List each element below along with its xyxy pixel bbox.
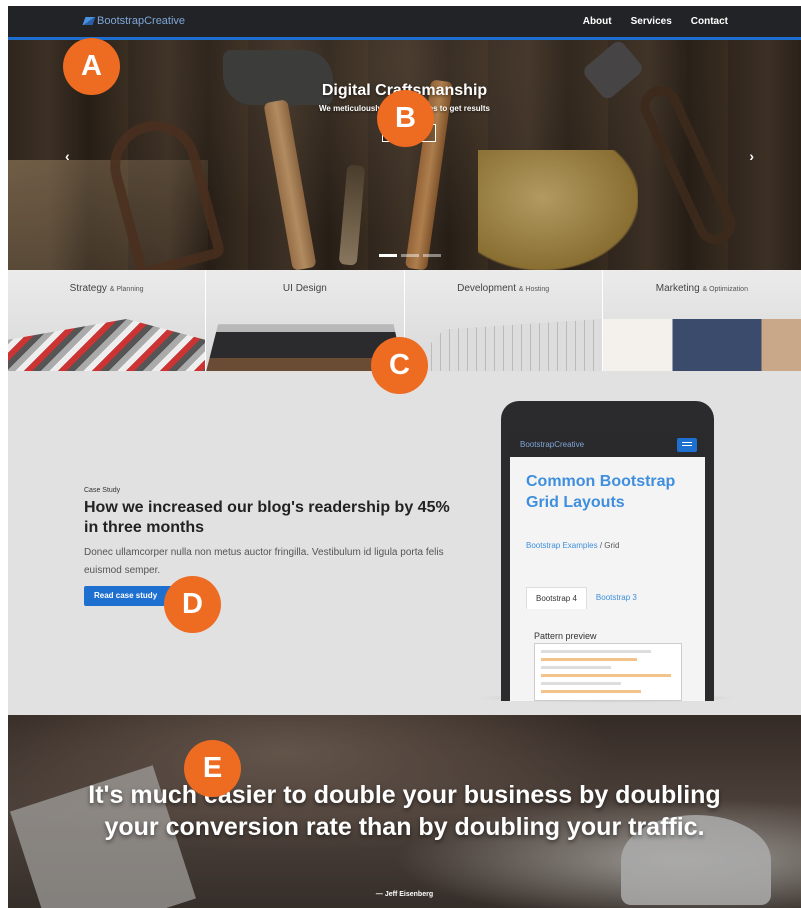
marker-e: E (184, 740, 241, 797)
carousel-indicator[interactable] (423, 254, 441, 257)
phone-preview-box (534, 643, 682, 701)
case-study-label: Case Study (84, 487, 121, 494)
preview-line (541, 666, 611, 669)
phone-tab: Bootstrap 3 (595, 593, 637, 602)
phone-screen: BootstrapCreative Common Bootstrap Grid … (510, 433, 705, 701)
marker-b: B (377, 90, 434, 147)
service-title: Strategy & Planning (8, 283, 205, 294)
preview-line (541, 650, 651, 653)
preview-line (541, 690, 641, 693)
navbar: BootstrapCreative About Services Contact (8, 6, 801, 40)
preview-line (541, 658, 637, 661)
nav-link-contact[interactable]: Contact (691, 16, 728, 27)
nav-link-services[interactable]: Services (631, 16, 672, 27)
service-marketing[interactable]: Marketing & Optimization (602, 270, 801, 371)
service-title: UI Design (206, 283, 403, 294)
service-title: Marketing & Optimization (603, 283, 801, 294)
service-suffix: & Optimization (702, 286, 748, 293)
service-name: Strategy (69, 283, 107, 294)
phone-mockup: BootstrapCreative Common Bootstrap Grid … (501, 401, 714, 701)
case-study-section: Case Study How we increased our blog's r… (8, 371, 801, 715)
service-suffix: & Hosting (518, 286, 550, 293)
nav-link-about[interactable]: About (583, 16, 612, 27)
service-title: Development & Hosting (405, 283, 602, 294)
case-study-title: How we increased our blog's readership b… (84, 499, 450, 536)
carousel-prev-icon[interactable]: ‹ (65, 148, 70, 164)
carousel-indicator[interactable] (379, 254, 397, 257)
service-suffix: & Planning (109, 286, 144, 293)
phone-breadcrumb: Bootstrap Examples / Grid (526, 541, 619, 550)
quote-author: — Jeff Eisenberg (375, 891, 434, 898)
preview-line (541, 674, 671, 677)
phone-tabs: Bootstrap 4 Bootstrap 3 (526, 587, 646, 609)
service-image (8, 319, 206, 371)
marker-c: C (371, 337, 428, 394)
phone-tab: Bootstrap 4 (526, 587, 587, 609)
hamburger-menu-icon (677, 438, 697, 452)
hero-carousel: Digital Craftsmanship We meticulously cr… (8, 40, 801, 270)
brand-mark-icon (82, 17, 96, 25)
case-study-text: Donec ullamcorper nulla non metus auctor… (84, 547, 444, 576)
brand-logo[interactable]: BootstrapCreative (82, 15, 186, 27)
phone-brand: BootstrapCreative (520, 440, 585, 449)
marker-a: A (63, 38, 120, 95)
phone-navbar: BootstrapCreative (510, 433, 705, 457)
quote-text: It's much easier to double your business… (88, 781, 721, 841)
phone-title: Common Bootstrap Grid Layouts (526, 473, 676, 511)
nav-links: About Services Contact (583, 16, 728, 27)
service-name: Marketing (655, 283, 700, 294)
service-strategy[interactable]: Strategy & Planning (8, 270, 207, 371)
carousel-indicator[interactable] (401, 254, 419, 257)
service-image (404, 319, 602, 371)
service-development[interactable]: Development & Hosting (404, 270, 603, 371)
service-name: Development (457, 283, 517, 294)
preview-line (541, 682, 621, 685)
carousel-next-icon[interactable]: › (749, 148, 754, 164)
brand-name: BootstrapCreative (97, 15, 186, 27)
hero-overlay (8, 40, 801, 270)
phone-preview-label: Pattern preview (534, 631, 597, 641)
carousel-indicators (379, 254, 441, 257)
service-image (602, 319, 801, 371)
marker-d: D (164, 576, 221, 633)
quote-section: It's much easier to double your business… (8, 715, 801, 908)
phone-breadcrumb-link: Bootstrap Examples (526, 541, 598, 550)
service-name: UI Design (282, 283, 327, 294)
phone-breadcrumb-current: / Grid (599, 541, 620, 550)
